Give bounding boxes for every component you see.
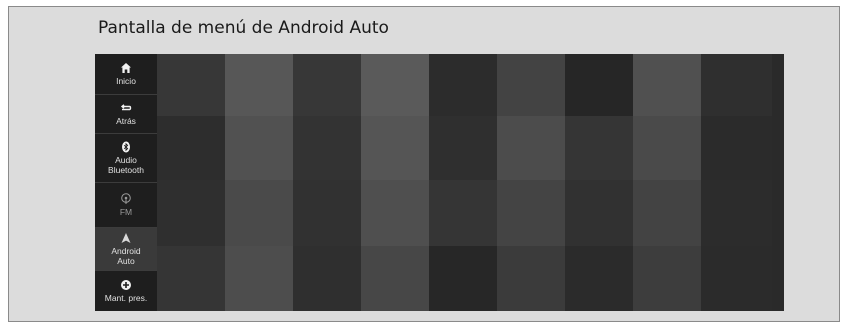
sidebar-item-fm[interactable]: FM: [95, 183, 157, 228]
mosaic-tile: [225, 116, 293, 180]
mosaic-tile: [429, 246, 497, 311]
mosaic-tile: [497, 116, 565, 180]
navigation-arrow-icon: [121, 233, 131, 243]
sidebar-item-label-line1: Audio: [115, 155, 137, 165]
mosaic-tile: [225, 246, 293, 311]
mosaic-tile: [225, 54, 293, 116]
mosaic-tile: [497, 246, 565, 311]
mosaic-tile: [361, 116, 429, 180]
app-content-mosaic: [157, 54, 784, 311]
mosaic-tile: [157, 54, 225, 116]
mosaic-tile: [429, 180, 497, 246]
sidebar-item-label-line2: Bluetooth: [108, 165, 144, 175]
sidebar: Inicio Atrás Audio Bluetooth FM Android …: [95, 54, 157, 311]
sidebar-item-label-line2: Auto: [117, 256, 135, 266]
mosaic-tile: [293, 246, 361, 311]
mosaic-tile: [633, 116, 701, 180]
mosaic-tile: [293, 180, 361, 246]
mosaic-tile: [633, 54, 701, 116]
figure-frame: Pantalla de menú de Android Auto Inicio …: [8, 6, 840, 322]
mosaic-tile: [361, 180, 429, 246]
mosaic-tile: [429, 116, 497, 180]
mosaic-tile: [157, 116, 225, 180]
mosaic-tile: [701, 116, 772, 180]
sidebar-item-label: FM: [119, 207, 133, 217]
mosaic-tile: [701, 54, 772, 116]
sidebar-item-label: Atrás: [116, 116, 136, 126]
mosaic-tile: [293, 54, 361, 116]
mosaic-tile: [633, 246, 701, 311]
radio-icon: [121, 193, 131, 204]
bluetooth-icon: [122, 141, 130, 153]
sidebar-item-android-auto[interactable]: Android Auto: [95, 228, 157, 271]
mosaic-tile: [293, 116, 361, 180]
mosaic-tile: [565, 180, 633, 246]
mosaic-tile: [157, 180, 225, 246]
mosaic-tile: [157, 246, 225, 311]
mosaic-tile: [565, 246, 633, 311]
mosaic-tile: [565, 54, 633, 116]
mosaic-tile: [361, 54, 429, 116]
mosaic-tile: [225, 180, 293, 246]
sidebar-item-label: Inicio: [116, 76, 136, 86]
mosaic-tile: [497, 54, 565, 116]
back-icon: [120, 104, 132, 111]
mosaic-tile: [565, 116, 633, 180]
mosaic-tile: [497, 180, 565, 246]
sidebar-item-label-line1: Android: [111, 246, 141, 256]
sidebar-item-atras[interactable]: Atrás: [95, 95, 157, 134]
mosaic-tile: [701, 246, 772, 311]
mosaic-tile: [633, 180, 701, 246]
sidebar-item-mant-pres[interactable]: Mant. pres.: [95, 271, 157, 311]
plus-circle-icon: [121, 280, 131, 290]
sidebar-item-inicio[interactable]: Inicio: [95, 54, 157, 95]
sidebar-item-label: Mant. pres.: [104, 293, 148, 303]
page-title: Pantalla de menú de Android Auto: [98, 18, 389, 38]
sidebar-item-audio-bluetooth[interactable]: Audio Bluetooth: [95, 134, 157, 183]
android-auto-screen: Inicio Atrás Audio Bluetooth FM Android …: [95, 54, 784, 311]
mosaic-tile: [429, 54, 497, 116]
mosaic-tile: [701, 180, 772, 246]
mosaic-tile: [361, 246, 429, 311]
home-icon: [121, 63, 131, 73]
